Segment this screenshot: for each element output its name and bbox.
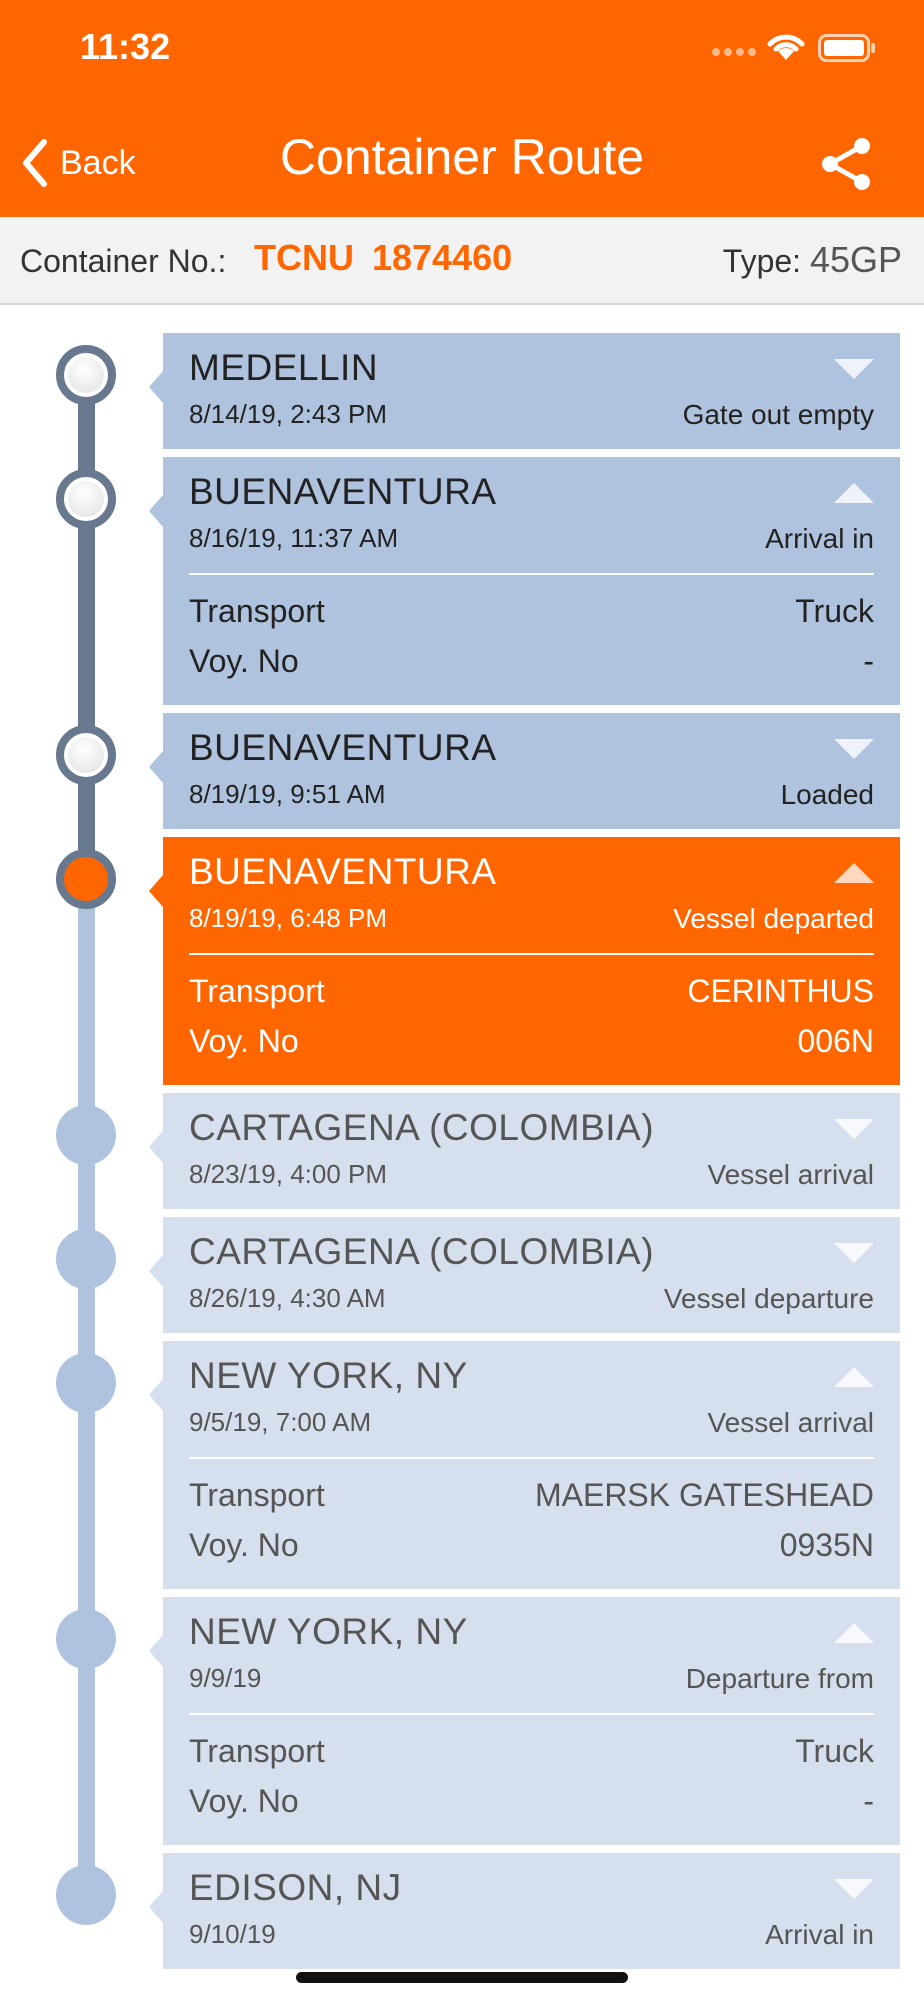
event-status: Vessel arrival — [707, 1159, 874, 1190]
event-date: 8/23/19, 4:00 PM — [189, 1159, 388, 1189]
timeline-node — [56, 725, 116, 785]
event-date: 8/26/19, 4:30 AM — [189, 1283, 386, 1313]
status-bar: 11:32 — [0, 0, 924, 100]
timeline-node — [56, 1105, 116, 1165]
voyage-value: - — [863, 643, 874, 679]
container-number: TCNU 1874460 — [254, 237, 513, 278]
battery-icon — [818, 34, 875, 62]
transport-value: CERINTHUS — [687, 973, 874, 1009]
voyage-value: - — [863, 1783, 874, 1819]
event-date: 8/19/19, 6:48 PM — [189, 903, 388, 933]
voyage-label: Voy. No — [189, 1527, 299, 1563]
divider — [189, 573, 874, 575]
caret-down-icon[interactable] — [834, 1879, 874, 1899]
container-info-bar: Container No.: TCNU 1874460 Type: 45GP — [0, 217, 924, 305]
event-status: Arrival in — [765, 1919, 874, 1950]
route-event-card[interactable]: EDISON, NJ 9/10/19 Arrival in — [149, 1853, 900, 1969]
caret-up-icon[interactable] — [834, 1623, 874, 1643]
container-number-label: Container No.: — [20, 243, 227, 279]
timeline-node — [56, 1609, 116, 1669]
event-status: Vessel departure — [663, 1283, 874, 1314]
event-location: BUENAVENTURA — [189, 471, 497, 512]
caret-up-icon[interactable] — [834, 1367, 874, 1387]
event-date: 8/19/19, 9:51 AM — [189, 779, 386, 809]
route-event-card[interactable]: NEW YORK, NY 9/9/19 Departure from Transpor… — [149, 1597, 900, 1845]
event-date: 8/14/19, 2:43 PM — [189, 399, 388, 429]
route-event-card[interactable]: NEW YORK, NY 9/5/19, 7:00 AM Vessel arriva… — [149, 1341, 900, 1589]
event-date: 9/10/19 — [189, 1919, 276, 1949]
timeline-node — [56, 345, 116, 405]
event-status: Vessel departed — [673, 903, 874, 934]
caret-up-icon[interactable] — [834, 863, 874, 883]
route-event-card[interactable]: BUENAVENTURA 8/16/19, 11:37 AM Arrival in T… — [149, 457, 900, 705]
caret-down-icon[interactable] — [834, 739, 874, 759]
home-indicator — [296, 1972, 628, 1983]
route-event-card[interactable]: CARTAGENA (COLOMBIA) 8/26/19, 4:30 AM Vess… — [149, 1217, 900, 1333]
status-time: 11:32 — [80, 26, 171, 67]
caret-up-icon[interactable] — [834, 483, 874, 503]
transport-label: Transport — [189, 973, 325, 1009]
event-date: 8/16/19, 11:37 AM — [189, 523, 399, 553]
event-status: Arrival in — [765, 523, 874, 554]
event-location: BUENAVENTURA — [189, 727, 497, 768]
transport-value: Truck — [795, 593, 874, 629]
navigation-bar: Back Container Route — [0, 100, 924, 217]
event-location: CARTAGENA (COLOMBIA) — [189, 1231, 655, 1272]
wifi-icon — [767, 34, 805, 60]
divider — [189, 1713, 874, 1715]
transport-label: Transport — [189, 593, 325, 629]
route-event-card[interactable]: MEDELLIN 8/14/19, 2:43 PM Gate out empty — [149, 333, 900, 449]
divider — [189, 1457, 874, 1459]
page-title: Container Route — [279, 129, 645, 185]
timeline-node — [56, 849, 116, 909]
event-date: 9/9/19 — [189, 1663, 262, 1693]
event-status: Loaded — [780, 779, 874, 810]
event-date: 9/5/19, 7:00 AM — [189, 1407, 372, 1437]
route-event-card[interactable]: BUENAVENTURA 8/19/19, 6:48 PM Vessel depar… — [149, 837, 900, 1085]
timeline-node — [56, 469, 116, 529]
voyage-label: Voy. No — [189, 1023, 299, 1059]
transport-value: MAERSK GATESHEAD — [534, 1477, 874, 1513]
timeline-node — [56, 1865, 116, 1925]
timeline-node — [56, 1229, 116, 1289]
route-timeline: MEDELLIN 8/14/19, 2:43 PM Gate out empty BU… — [0, 303, 924, 2000]
timeline-node — [56, 1353, 116, 1413]
share-icon[interactable] — [818, 134, 874, 194]
route-event-card[interactable]: CARTAGENA (COLOMBIA) 8/23/19, 4:00 PM Vess… — [149, 1093, 900, 1209]
event-location: BUENAVENTURA — [189, 851, 497, 892]
event-location: CARTAGENA (COLOMBIA) — [189, 1107, 655, 1148]
transport-value: Truck — [795, 1733, 874, 1769]
caret-down-icon[interactable] — [834, 1243, 874, 1263]
container-type-label: Type: — [722, 243, 802, 279]
event-location: MEDELLIN — [189, 347, 379, 388]
route-event-card[interactable]: BUENAVENTURA 8/19/19, 9:51 AM Loaded — [149, 713, 900, 829]
transport-label: Transport — [189, 1477, 325, 1513]
voyage-label: Voy. No — [189, 1783, 299, 1819]
container-type: Type: 45GP — [723, 239, 902, 281]
caret-down-icon[interactable] — [834, 359, 874, 379]
container-type-value: 45GP — [809, 239, 902, 280]
event-status: Departure from — [685, 1663, 874, 1694]
voyage-value: 006N — [797, 1023, 875, 1059]
cellular-signal-icon — [712, 48, 756, 58]
transport-label: Transport — [189, 1733, 325, 1769]
event-location: EDISON, NJ — [189, 1867, 402, 1908]
caret-down-icon[interactable] — [834, 1119, 874, 1139]
divider — [189, 953, 874, 955]
voyage-label: Voy. No — [189, 643, 299, 679]
event-status: Gate out empty — [682, 399, 874, 430]
voyage-value: 0935N — [779, 1527, 874, 1563]
timeline-line-completed — [78, 375, 95, 879]
event-location: NEW YORK, NY — [189, 1355, 468, 1396]
event-status: Vessel arrival — [707, 1407, 874, 1438]
event-location: NEW YORK, NY — [189, 1611, 468, 1652]
